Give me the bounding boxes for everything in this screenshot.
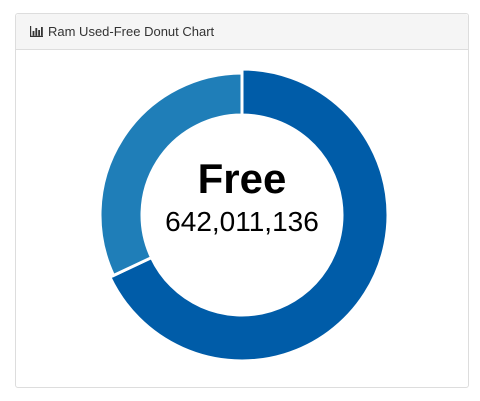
- donut-center-value: 642,011,136: [165, 206, 319, 237]
- donut-center-label: Free: [197, 155, 287, 202]
